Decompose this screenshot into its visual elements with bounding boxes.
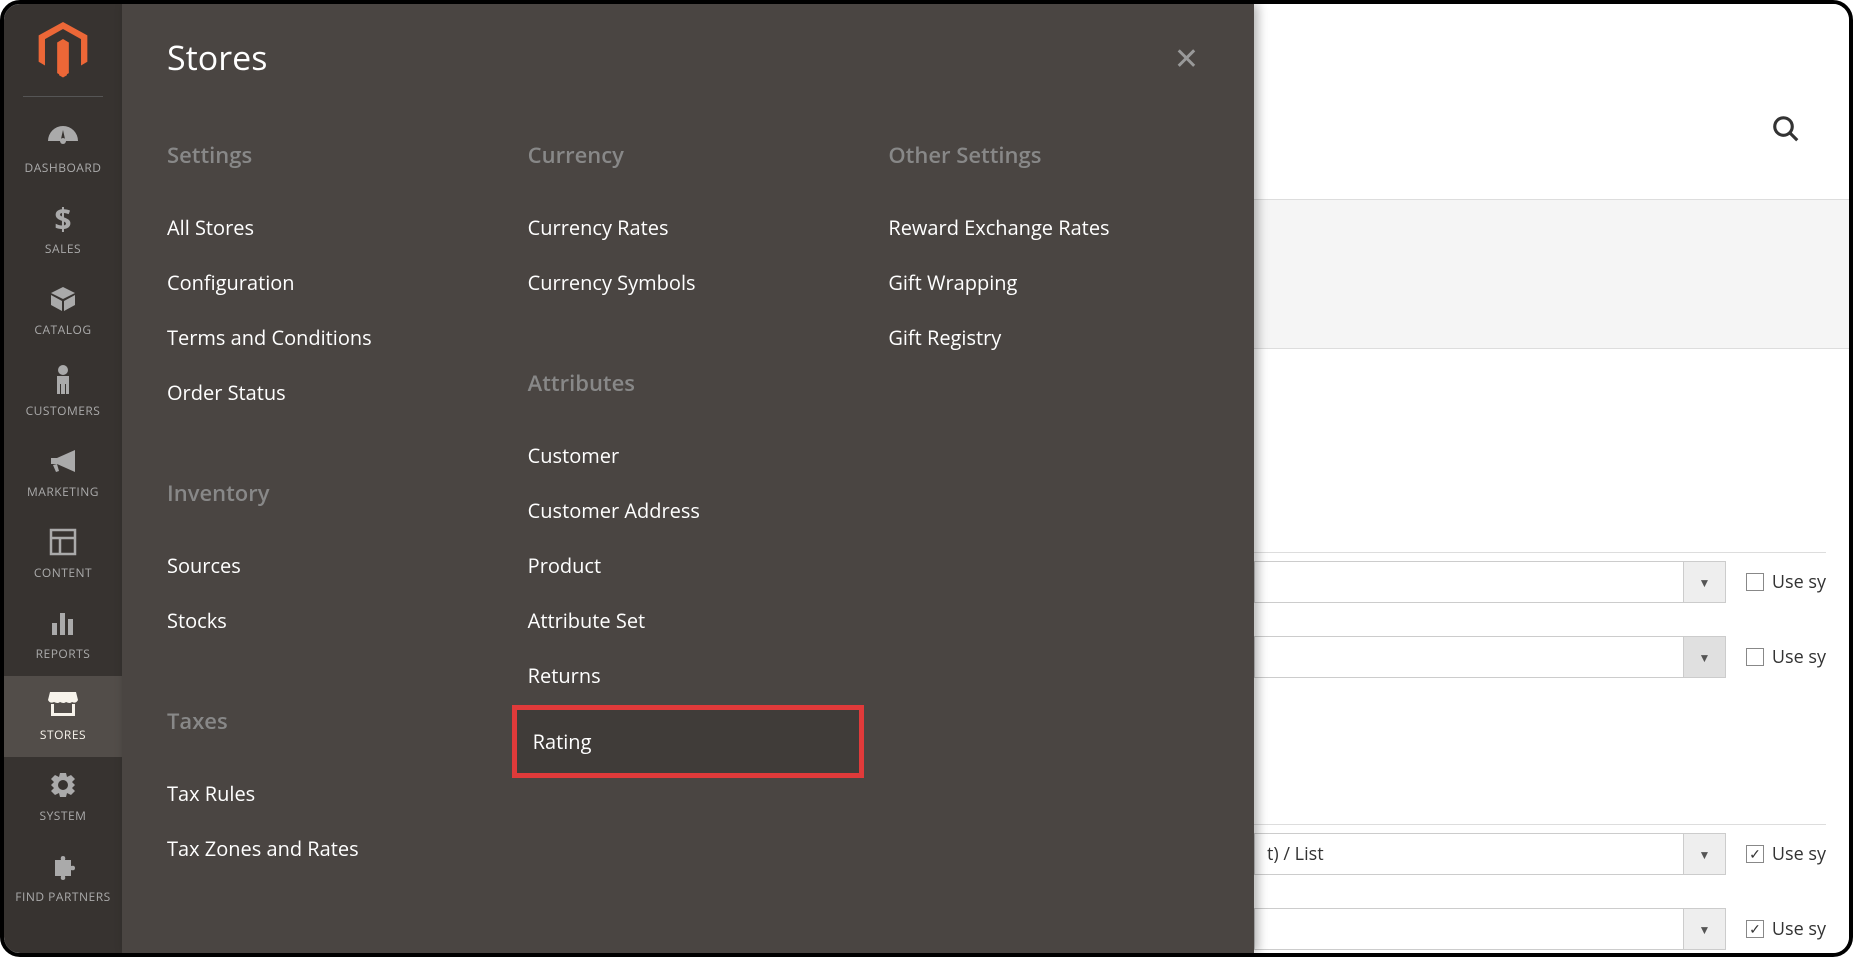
sidebar-item-label: SALES bbox=[45, 240, 81, 257]
sidebar-divider bbox=[23, 96, 103, 97]
link-terms-conditions[interactable]: Terms and Conditions bbox=[167, 310, 488, 365]
link-rating[interactable]: Rating bbox=[512, 705, 865, 778]
checkbox-icon bbox=[1746, 648, 1764, 666]
layout-icon bbox=[49, 524, 77, 560]
link-customer[interactable]: Customer bbox=[528, 428, 849, 483]
dropdown-arrow-icon: ▼ bbox=[1683, 909, 1725, 949]
app-frame: ▼ Use sy ▼ Use sy t) / List ▼ ✓ Use sy ▼ ✓… bbox=[0, 0, 1853, 957]
sidebar-item-label: CUSTOMERS bbox=[26, 402, 101, 419]
sidebar-item-label: REPORTS bbox=[36, 645, 91, 662]
link-gift-wrapping[interactable]: Gift Wrapping bbox=[888, 255, 1209, 310]
admin-sidebar: DASHBOARD $ SALES CATALOG CUSTOMERS MARK… bbox=[4, 4, 122, 953]
checkbox-icon: ✓ bbox=[1746, 920, 1764, 938]
link-currency-symbols[interactable]: Currency Symbols bbox=[528, 255, 849, 310]
link-reward-exchange-rates[interactable]: Reward Exchange Rates bbox=[888, 200, 1209, 255]
checkbox-icon: ✓ bbox=[1746, 845, 1764, 863]
checkbox-label: Use sy bbox=[1772, 842, 1826, 866]
link-currency-rates[interactable]: Currency Rates bbox=[528, 200, 849, 255]
dropdown-arrow-icon: ▼ bbox=[1683, 562, 1725, 602]
checkbox-icon bbox=[1746, 573, 1764, 591]
bars-icon bbox=[49, 605, 77, 641]
person-icon bbox=[53, 362, 73, 398]
section-title-settings: Settings bbox=[167, 140, 488, 170]
section-title-attributes: Attributes bbox=[528, 368, 849, 398]
checkbox-label: Use sy bbox=[1772, 570, 1826, 594]
sidebar-item-label: CATALOG bbox=[34, 321, 91, 338]
sidebar-item-label: MARKETING bbox=[27, 483, 99, 500]
select-field-2[interactable]: ▼ bbox=[1254, 636, 1726, 678]
config-row-4: ▼ ✓ Use sy bbox=[1254, 900, 1826, 957]
sidebar-item-marketing[interactable]: MARKETING bbox=[4, 433, 122, 514]
flyout-col-1: Settings All Stores Configuration Terms … bbox=[167, 130, 488, 876]
flyout-title: Stores bbox=[167, 34, 267, 80]
link-configuration[interactable]: Configuration bbox=[167, 255, 488, 310]
sidebar-item-label: DASHBOARD bbox=[24, 159, 101, 176]
magento-logo[interactable] bbox=[38, 22, 88, 78]
box-icon bbox=[48, 281, 78, 317]
link-sources[interactable]: Sources bbox=[167, 538, 488, 593]
link-tax-zones-rates[interactable]: Tax Zones and Rates bbox=[167, 821, 488, 876]
dollar-icon: $ bbox=[54, 200, 71, 236]
section-title-inventory: Inventory bbox=[167, 478, 488, 508]
close-icon[interactable]: ✕ bbox=[1164, 37, 1209, 78]
flyout-col-2: Currency Currency Rates Currency Symbols… bbox=[528, 130, 849, 876]
sidebar-item-customers[interactable]: CUSTOMERS bbox=[4, 352, 122, 433]
megaphone-icon bbox=[47, 443, 79, 479]
sidebar-item-label: FIND PARTNERS bbox=[15, 888, 110, 905]
search-icon[interactable] bbox=[1771, 112, 1801, 153]
stores-flyout: Stores ✕ Settings All Stores Configurati… bbox=[122, 4, 1254, 953]
checkbox-wrap-1[interactable]: Use sy bbox=[1746, 570, 1826, 594]
link-gift-registry[interactable]: Gift Registry bbox=[888, 310, 1209, 365]
puzzle-icon bbox=[49, 848, 77, 884]
checkbox-label: Use sy bbox=[1772, 645, 1826, 669]
storefront-icon bbox=[47, 686, 79, 722]
checkbox-wrap-4[interactable]: ✓ Use sy bbox=[1746, 917, 1826, 941]
gauge-icon bbox=[46, 119, 80, 155]
config-row-3: t) / List ▼ ✓ Use sy bbox=[1254, 824, 1826, 883]
sidebar-item-stores[interactable]: STORES bbox=[4, 676, 122, 757]
sidebar-item-find-partners[interactable]: FIND PARTNERS bbox=[4, 838, 122, 909]
sidebar-item-dashboard[interactable]: DASHBOARD bbox=[4, 109, 122, 190]
sidebar-item-reports[interactable]: REPORTS bbox=[4, 595, 122, 676]
section-title-currency: Currency bbox=[528, 140, 849, 170]
main-content-bg bbox=[1254, 4, 1849, 953]
section-title-taxes: Taxes bbox=[167, 706, 488, 736]
link-order-status[interactable]: Order Status bbox=[167, 365, 488, 420]
link-all-stores[interactable]: All Stores bbox=[167, 200, 488, 255]
sidebar-item-content[interactable]: CONTENT bbox=[4, 514, 122, 595]
config-row-1: ▼ Use sy bbox=[1254, 552, 1826, 611]
link-tax-rules[interactable]: Tax Rules bbox=[167, 766, 488, 821]
select-field-4[interactable]: ▼ bbox=[1254, 908, 1726, 950]
select-field-1[interactable]: ▼ bbox=[1254, 561, 1726, 603]
gear-icon bbox=[49, 767, 77, 803]
checkbox-wrap-2[interactable]: Use sy bbox=[1746, 645, 1826, 669]
flyout-header: Stores ✕ bbox=[167, 34, 1209, 80]
config-row-2: ▼ Use sy bbox=[1254, 628, 1826, 686]
link-stocks[interactable]: Stocks bbox=[167, 593, 488, 648]
link-returns[interactable]: Returns bbox=[528, 648, 849, 703]
checkbox-wrap-3[interactable]: ✓ Use sy bbox=[1746, 842, 1826, 866]
link-customer-address[interactable]: Customer Address bbox=[528, 483, 849, 538]
select-field-3[interactable]: t) / List ▼ bbox=[1254, 833, 1726, 875]
sidebar-item-label: CONTENT bbox=[34, 564, 92, 581]
dropdown-arrow-icon: ▼ bbox=[1683, 637, 1725, 677]
dropdown-arrow-icon: ▼ bbox=[1683, 834, 1725, 874]
section-title-other: Other Settings bbox=[888, 140, 1209, 170]
sidebar-item-sales[interactable]: $ SALES bbox=[4, 190, 122, 271]
sidebar-item-catalog[interactable]: CATALOG bbox=[4, 271, 122, 352]
select-value: t) / List bbox=[1267, 842, 1324, 866]
flyout-col-3: Other Settings Reward Exchange Rates Gif… bbox=[888, 130, 1209, 876]
config-panel-bg bbox=[1254, 199, 1849, 349]
sidebar-item-label: STORES bbox=[40, 726, 86, 743]
link-attribute-set[interactable]: Attribute Set bbox=[528, 593, 849, 648]
sidebar-item-system[interactable]: SYSTEM bbox=[4, 757, 122, 838]
checkbox-label: Use sy bbox=[1772, 917, 1826, 941]
link-product[interactable]: Product bbox=[528, 538, 849, 593]
flyout-columns: Settings All Stores Configuration Terms … bbox=[167, 130, 1209, 876]
sidebar-item-label: SYSTEM bbox=[40, 807, 87, 824]
